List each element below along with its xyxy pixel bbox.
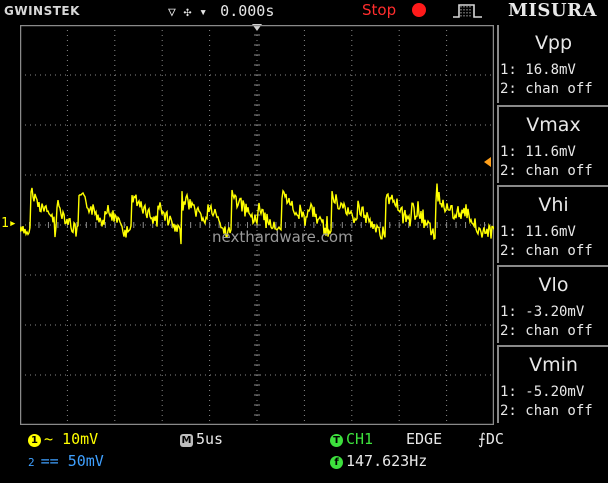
- frequency-readout: f 147.623Hz: [330, 452, 427, 470]
- trigger-source-readout[interactable]: T CH1: [330, 430, 373, 448]
- trigger-badge: T: [330, 434, 343, 447]
- waveform-display: [20, 25, 494, 425]
- timebase-value: 5us: [196, 430, 224, 448]
- pulse-trigger-icon: [453, 4, 482, 18]
- meas-ch1-value: 1: 11.6mV: [500, 144, 576, 160]
- meas-vmin[interactable]: Vmin 1: -5.20mV 2: chan off: [497, 345, 608, 423]
- meas-title: Vmax: [526, 114, 581, 136]
- ch1-badge: 1: [28, 434, 41, 447]
- trigger-delay-value: 0.000s: [220, 2, 275, 20]
- meas-vpp[interactable]: Vpp 1: 16.8mV 2: chan off: [497, 25, 608, 103]
- trigger-coupling[interactable]: ⨍DC: [478, 430, 504, 448]
- trigger-level-marker-icon[interactable]: [484, 157, 491, 167]
- brand-logo: GWINSTEK: [4, 4, 80, 18]
- ch1-ground-marker[interactable]: 1▸: [1, 216, 17, 231]
- ch2-scale-value: == 50mV: [40, 452, 104, 470]
- ch2-badge: 2: [28, 456, 35, 469]
- frequency-value: 147.623Hz: [346, 452, 428, 470]
- meas-ch1-value: 1: 11.6mV: [500, 224, 576, 240]
- ch1-scale-readout[interactable]: 1 ~ 10mV: [28, 430, 98, 448]
- meas-title: Vhi: [538, 194, 569, 216]
- ch2-scale-readout[interactable]: 2 == 50mV: [28, 452, 104, 470]
- meas-ch1-value: 1: 16.8mV: [500, 62, 576, 78]
- timebase-badge: M: [180, 434, 193, 447]
- bottom-status-bar: 1 ~ 10mV 2 == 50mV M 5us T CH1 EDGE ⨍DC f 147…: [0, 425, 608, 483]
- trigger-type[interactable]: EDGE: [406, 430, 442, 448]
- meas-title: Vmin: [529, 354, 578, 376]
- run-status-label[interactable]: Stop: [362, 1, 396, 19]
- menu-title: MISURA: [508, 0, 597, 21]
- meas-ch1-value: 1: -3.20mV: [500, 304, 585, 320]
- meas-vhi[interactable]: Vhi 1: 11.6mV 2: chan off: [497, 185, 608, 263]
- measurement-panel: Vpp 1: 16.8mV 2: chan off Vmax 1: 11.6mV…: [497, 25, 608, 425]
- stop-indicator-icon: [412, 3, 426, 17]
- waveform-graticule: [20, 25, 494, 425]
- frequency-badge: f: [330, 456, 343, 469]
- meas-vmax[interactable]: Vmax 1: 11.6mV 2: chan off: [497, 105, 608, 183]
- meas-vlo[interactable]: Vlo 1: -3.20mV 2: chan off: [497, 265, 608, 343]
- trigger-glyphs: ▽ ✣ ▾: [168, 5, 208, 20]
- top-status-bar: GWINSTEK ▽ ✣ ▾ 0.000s Stop MISURA: [0, 0, 608, 22]
- meas-ch2-value: 2: chan off: [500, 403, 593, 419]
- trigger-source: CH1: [346, 430, 374, 448]
- meas-ch1-value: 1: -5.20mV: [500, 384, 585, 400]
- watermark: nexthardware.com: [212, 228, 353, 246]
- meas-ch2-value: 2: chan off: [500, 81, 593, 97]
- meas-ch2-value: 2: chan off: [500, 243, 593, 259]
- meas-ch2-value: 2: chan off: [500, 163, 593, 179]
- trigger-delay-readout: ▽ ✣ ▾ 0.000s: [168, 2, 274, 20]
- meas-title: Vpp: [534, 32, 573, 54]
- meas-ch2-value: 2: chan off: [500, 323, 593, 339]
- timebase-readout[interactable]: M 5us: [180, 430, 223, 448]
- ch1-scale-value: ~ 10mV: [44, 430, 99, 448]
- meas-title: Vlo: [538, 274, 569, 296]
